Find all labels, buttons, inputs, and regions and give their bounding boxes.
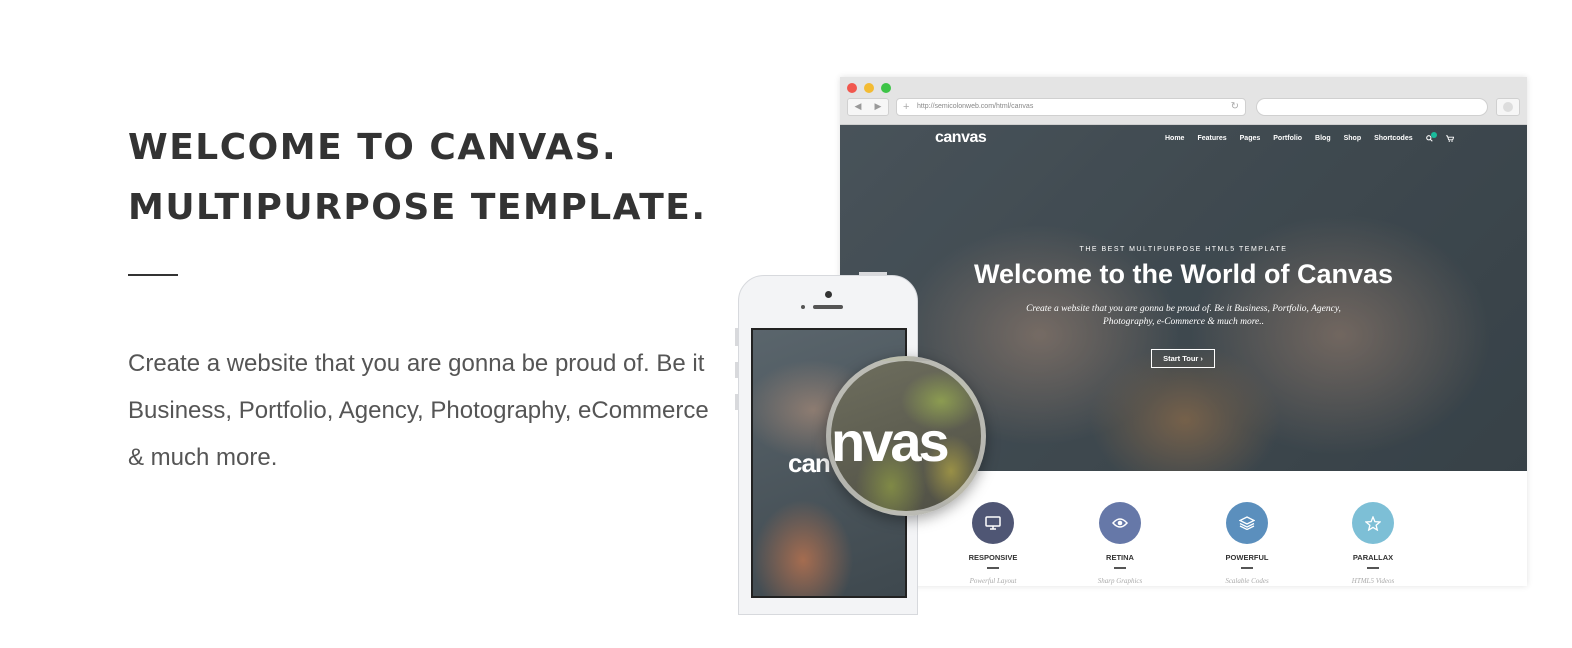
magnified-logo: nvas — [831, 410, 950, 473]
add-tab-icon: + — [903, 101, 910, 113]
feature-subtitle: Scalable Codes — [1225, 577, 1269, 585]
site-eyebrow: THE BEST MULTIPURPOSE HTML5 TEMPLATE — [1079, 246, 1288, 253]
hero-title: WELCOME TO CANVAS. MULTIPURPOSE TEMPLATE… — [128, 118, 707, 238]
phone-side-button — [735, 362, 738, 378]
site-headline: Welcome to the World of Canvas — [973, 259, 1394, 289]
cart-icon — [1445, 135, 1454, 144]
hero-title-line-2: MULTIPURPOSE TEMPLATE. — [128, 187, 707, 228]
back-arrow-icon: ◀ — [854, 102, 862, 112]
phone-side-button — [735, 328, 738, 346]
feature-title: POWERFUL — [1225, 553, 1269, 562]
hero-title-line-1: WELCOME TO CANVAS. — [128, 127, 618, 168]
cart-badge — [1431, 132, 1437, 138]
site-nav-item: Shop — [1343, 135, 1362, 142]
phone-speaker — [813, 305, 843, 309]
site-nav-item: Features — [1197, 135, 1227, 142]
site-nav-item: Blog — [1315, 135, 1331, 142]
feature-subtitle: HTML5 Videos — [1351, 577, 1395, 585]
browser-toolbar: ◀ ▶ + http://semicolonweb.com/html/canva… — [840, 77, 1527, 125]
window-minimize-dot — [864, 83, 874, 93]
site-logo: canvas — [935, 129, 987, 146]
window-close-dot — [847, 83, 857, 93]
site-nav: Home Features Pages Portfolio Blog Shop … — [1165, 135, 1454, 144]
phone-camera — [825, 291, 832, 298]
feature-title: RETINA — [1106, 553, 1134, 562]
start-tour-button: Start Tour › — [1151, 349, 1215, 368]
site-nav-item: Portfolio — [1273, 135, 1303, 142]
eye-icon — [1099, 502, 1141, 544]
star-icon — [1352, 502, 1394, 544]
browser-extension-button — [1496, 98, 1520, 116]
forward-arrow-icon: ▶ — [874, 102, 882, 112]
browser-mockup: ◀ ▶ + http://semicolonweb.com/html/canva… — [840, 77, 1527, 586]
feature-powerful: POWERFUL Scalable Codes — [1207, 502, 1287, 585]
phone-side-button — [735, 394, 738, 410]
title-divider — [128, 274, 178, 276]
site-subtext: Create a website that you are gonna be p… — [1026, 304, 1341, 327]
site-nav-item: Pages — [1239, 135, 1261, 142]
magnifier-lens: nvas — [826, 356, 986, 516]
browser-search-field — [1256, 98, 1488, 116]
feature-subtitle: Sharp Graphics — [1097, 577, 1143, 585]
window-maximize-dot — [881, 83, 891, 93]
feature-subtitle: Powerful Layout — [969, 577, 1017, 585]
phone-sensor — [801, 305, 805, 309]
hero-description: Create a website that you are gonna be p… — [128, 350, 709, 471]
browser-nav-arrows: ◀ ▶ — [847, 98, 889, 116]
feature-title: RESPONSIVE — [968, 553, 1018, 562]
site-nav-item: Shortcodes — [1374, 135, 1413, 142]
layers-icon — [1226, 502, 1268, 544]
feature-parallax: PARALLAX HTML5 Videos — [1333, 502, 1413, 585]
phone-top-button — [859, 272, 887, 275]
site-nav-item: Home — [1165, 135, 1185, 142]
monitor-icon — [972, 502, 1014, 544]
feature-retina: RETINA Sharp Graphics — [1080, 502, 1160, 585]
feature-title: PARALLAX — [1352, 553, 1394, 562]
browser-url-text: http://semicolonweb.com/html/canvas — [917, 103, 1034, 110]
browser-url-bar: + http://semicolonweb.com/html/canvas ↻ — [896, 98, 1246, 116]
reload-icon: ↻ — [1230, 101, 1239, 112]
feature-responsive: RESPONSIVE Powerful Layout — [953, 502, 1033, 585]
